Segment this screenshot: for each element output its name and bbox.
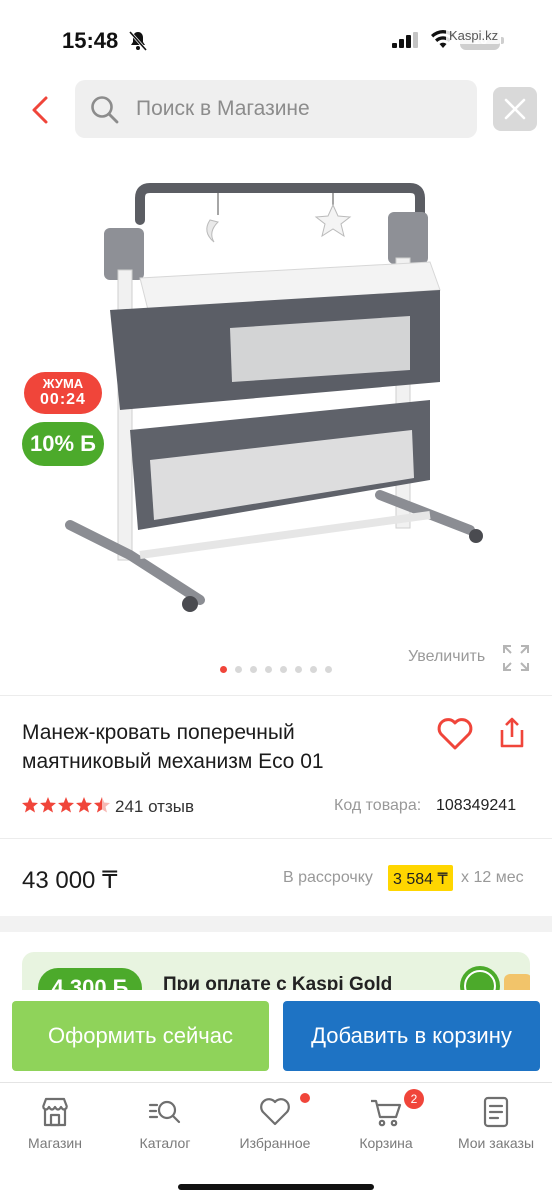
close-button[interactable] xyxy=(493,87,537,131)
add-to-cart-button[interactable]: Добавить в корзину xyxy=(283,1001,540,1071)
tab-orders[interactable]: Мои заказы xyxy=(441,1083,551,1163)
tab-label: Магазин xyxy=(27,1135,82,1151)
day-deal-label: ЖУМА xyxy=(42,376,84,391)
share-icon xyxy=(500,717,524,748)
cart-count-badge: 2 xyxy=(404,1089,424,1109)
gallery-dot[interactable] xyxy=(325,666,332,673)
status-time: 15:48 xyxy=(62,28,119,53)
tab-store[interactable]: Магазин xyxy=(0,1083,110,1163)
product-code-value: 108349241 xyxy=(436,797,517,814)
gallery-dot[interactable] xyxy=(280,666,287,673)
tab-catalog[interactable]: Каталог xyxy=(110,1083,220,1163)
gallery-dot[interactable] xyxy=(265,666,272,673)
buy-now-button[interactable]: Оформить сейчас xyxy=(12,1001,269,1071)
product-title: Манеж-кровать поперечный маятниковый мех… xyxy=(22,721,324,773)
cellular-signal-icon xyxy=(392,32,420,53)
bottom-tab-bar: Магазин Каталог Избранное 2 Корзина Мои … xyxy=(0,1082,552,1200)
gallery-dot[interactable] xyxy=(310,666,317,673)
rating-stars[interactable] xyxy=(22,796,110,821)
share-button[interactable] xyxy=(496,716,528,755)
favorite-button[interactable] xyxy=(436,716,474,757)
tab-label: Каталог xyxy=(139,1135,191,1151)
zoom-label[interactable]: Увеличить xyxy=(408,648,485,666)
search-placeholder: Поиск в Магазине xyxy=(136,97,310,120)
section-gap xyxy=(0,916,552,932)
reviews-link[interactable]: 241 отзыв xyxy=(115,797,194,817)
close-icon xyxy=(504,98,526,120)
action-bar: Оформить сейчас Добавить в корзину xyxy=(0,990,552,1082)
price: 43 000 ₸ xyxy=(22,867,118,894)
divider xyxy=(0,695,552,696)
cart-icon xyxy=(369,1095,403,1129)
bonus-badge: 10% Б xyxy=(22,422,104,466)
chevron-left-icon xyxy=(32,96,48,124)
divider xyxy=(0,838,552,839)
battery-tip xyxy=(501,37,504,44)
gallery-dot[interactable] xyxy=(220,666,227,673)
status-bar: 15:48 16 Kaspi.kz xyxy=(0,0,552,80)
tab-label: Избранное xyxy=(239,1135,311,1151)
search-header: Поиск в Магазине xyxy=(0,80,552,140)
day-deal-timer: 00:24 xyxy=(40,391,86,408)
expand-icon[interactable] xyxy=(502,644,530,677)
search-input[interactable]: Поиск в Магазине xyxy=(75,80,477,138)
tab-label: Корзина xyxy=(359,1135,413,1151)
home-indicator[interactable] xyxy=(178,1184,374,1190)
heart-icon xyxy=(258,1095,292,1129)
gallery-dot[interactable] xyxy=(250,666,257,673)
promo-bonus-badge: 4 300 Б xyxy=(38,968,142,992)
orders-icon xyxy=(479,1095,513,1129)
source-label: Kaspi.kz xyxy=(446,27,502,44)
installment-suffix: x 12 мес xyxy=(461,869,524,886)
tab-cart[interactable]: 2 Корзина xyxy=(331,1083,441,1163)
kaspi-gold-promo[interactable]: 4 300 Б При оплате с Kaspi Gold xyxy=(22,952,530,992)
product-code-label: Код товара: xyxy=(334,797,422,814)
tab-favorites[interactable]: Избранное xyxy=(220,1083,330,1163)
heart-icon xyxy=(437,718,473,750)
store-icon xyxy=(38,1095,72,1129)
catalog-search-icon xyxy=(148,1095,182,1129)
installment-prefix: В рассрочку xyxy=(283,869,373,886)
search-icon xyxy=(89,94,121,131)
day-deal-badge: ЖУМА 00:24 xyxy=(24,372,102,414)
bell-muted-icon xyxy=(128,30,148,57)
gallery-dot[interactable] xyxy=(295,666,302,673)
favorites-indicator xyxy=(300,1093,310,1103)
installment-amount: 3 584 ₸ xyxy=(388,865,453,891)
gallery-dot[interactable] xyxy=(235,666,242,673)
tab-label: Мои заказы xyxy=(457,1135,535,1151)
bonus-coin-icon xyxy=(432,960,530,992)
back-button[interactable] xyxy=(24,92,60,128)
